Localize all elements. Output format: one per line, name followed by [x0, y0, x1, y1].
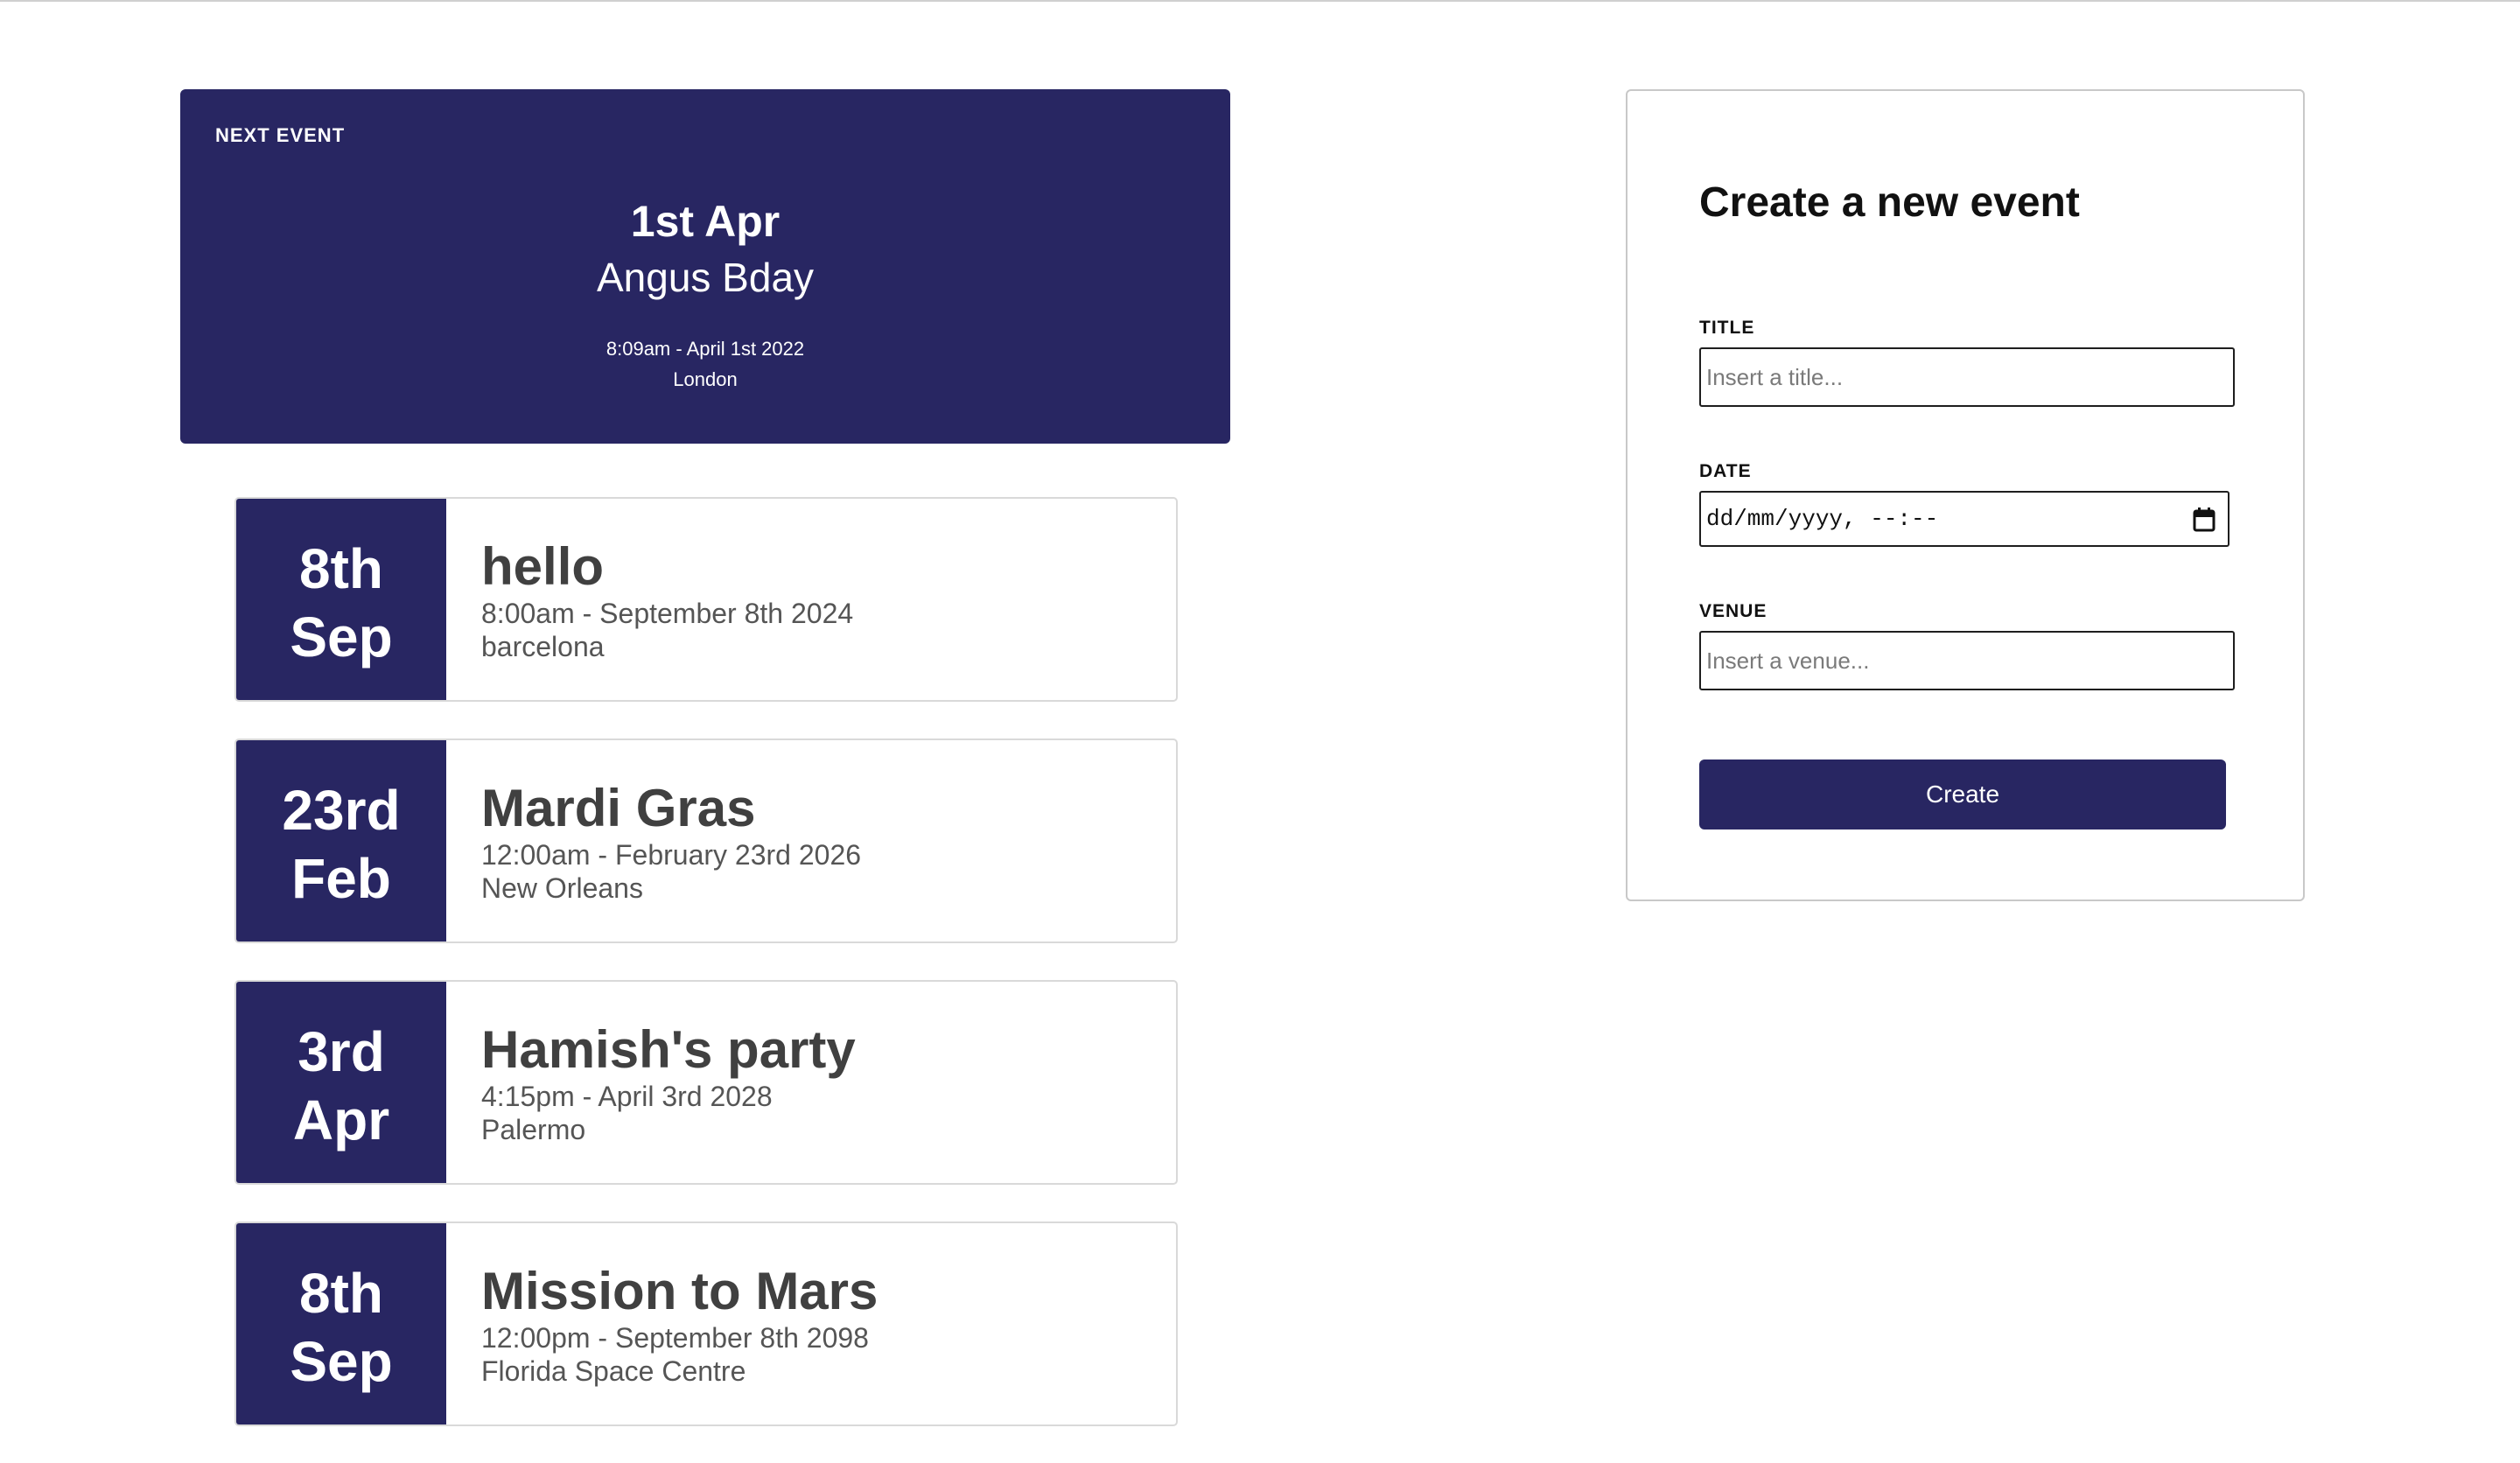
- event-venue: barcelona: [481, 631, 605, 662]
- event-day: 23rd: [282, 779, 401, 842]
- event-date-block: 23rd Feb: [236, 740, 446, 942]
- create-button[interactable]: Create: [1699, 760, 2226, 830]
- title-input[interactable]: [1699, 347, 2235, 407]
- event-day: 3rd: [298, 1020, 385, 1083]
- event-time: 8:00am - September 8th 2024: [481, 598, 854, 629]
- event-card[interactable]: 3rd Apr Hamish's party 4:15pm - April 3r…: [234, 980, 1178, 1185]
- next-event-date: 1st Apr: [630, 197, 780, 246]
- event-title: Hamish's party: [481, 1020, 856, 1079]
- event-info: Hamish's party 4:15pm - April 3rd 2028 P…: [481, 982, 1158, 1183]
- date-label: DATE: [1699, 461, 1752, 481]
- venue-input[interactable]: [1699, 631, 2235, 690]
- create-event-form: Create a new event TITLE DATE dd/mm/yyyy…: [1626, 89, 2305, 901]
- event-month: Sep: [290, 1330, 393, 1393]
- event-info: Mardi Gras 12:00am - February 23rd 2026 …: [481, 740, 1158, 942]
- next-event-title: Angus Bday: [596, 255, 815, 300]
- event-title: Mardi Gras: [481, 779, 756, 837]
- event-info: Mission to Mars 12:00pm - September 8th …: [481, 1223, 1158, 1424]
- date-input[interactable]: dd/mm/yyyy, --:--: [1699, 491, 2230, 547]
- next-event-venue: London: [673, 368, 738, 390]
- date-input-value: dd/mm/yyyy, --:--: [1706, 506, 1939, 532]
- calendar-icon[interactable]: [2193, 508, 2216, 532]
- top-divider: [0, 0, 2520, 2]
- event-card[interactable]: 23rd Feb Mardi Gras 12:00am - February 2…: [234, 738, 1178, 943]
- next-event-kicker: NEXT EVENT: [215, 124, 346, 146]
- event-month: Sep: [290, 606, 393, 668]
- event-month: Feb: [291, 847, 391, 910]
- event-title: hello: [481, 537, 605, 596]
- event-venue: New Orleans: [481, 872, 643, 904]
- event-card[interactable]: 8th Sep hello 8:00am - September 8th 202…: [234, 497, 1178, 702]
- event-time: 12:00am - February 23rd 2026: [481, 839, 862, 871]
- event-date-block: 3rd Apr: [236, 982, 446, 1183]
- event-venue: Palermo: [481, 1114, 586, 1145]
- event-venue: Florida Space Centre: [481, 1355, 746, 1387]
- event-date-block: 8th Sep: [236, 499, 446, 700]
- next-event-time: 8:09am - April 1st 2022: [606, 338, 805, 360]
- event-month: Apr: [292, 1088, 390, 1152]
- event-card[interactable]: 8th Sep Mission to Mars 12:00pm - Septem…: [234, 1222, 1178, 1426]
- event-time: 12:00pm - September 8th 2098: [481, 1322, 869, 1354]
- create-event-heading: Create a new event: [1699, 179, 2080, 226]
- venue-label: VENUE: [1699, 601, 1768, 621]
- title-label: TITLE: [1699, 318, 1755, 338]
- event-list: 8th Sep hello 8:00am - September 8th 202…: [234, 497, 1178, 1463]
- event-time: 4:15pm - April 3rd 2028: [481, 1081, 773, 1112]
- event-title: Mission to Mars: [481, 1262, 878, 1320]
- event-day: 8th: [299, 537, 383, 600]
- event-date-block: 8th Sep: [236, 1223, 446, 1424]
- event-day: 8th: [299, 1262, 383, 1325]
- next-event-banner: NEXT EVENT 1st Apr Angus Bday 8:09am - A…: [180, 89, 1230, 444]
- event-info: hello 8:00am - September 8th 2024 barcel…: [481, 499, 1158, 700]
